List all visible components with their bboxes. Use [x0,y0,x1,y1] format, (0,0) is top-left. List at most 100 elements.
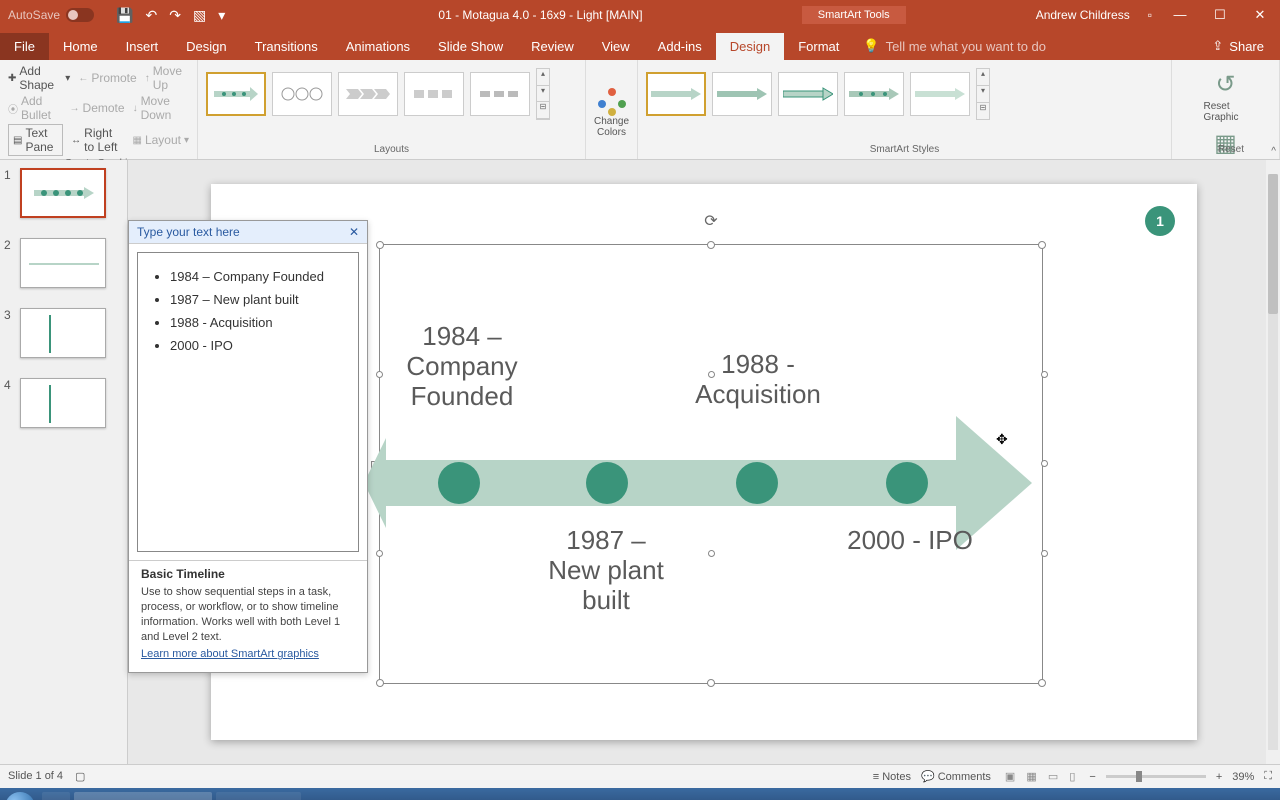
list-item[interactable]: 1987 – New plant built [170,288,344,311]
slideshow-view-icon[interactable]: ▯ [1065,771,1079,783]
move-up-button[interactable]: ↑Move Up [145,64,189,92]
tab-view[interactable]: View [588,33,644,60]
resize-handle[interactable] [376,371,383,378]
layout-thumb[interactable] [470,72,530,116]
smartart-timeline[interactable]: 1984 – Company Founded 1987 – New plant … [386,416,1041,550]
list-item[interactable]: 1988 - Acquisition [170,311,344,334]
tab-animations[interactable]: Animations [332,33,424,60]
move-down-button[interactable]: ↓Move Down [133,94,189,122]
zoom-out-icon[interactable]: − [1089,771,1095,783]
timeline-label[interactable]: 1988 - Acquisition [678,350,838,410]
tell-me-search[interactable]: 💡 Tell me what you want to do [853,32,1056,60]
resize-handle[interactable] [1038,241,1046,249]
change-colors-button[interactable]: Change Colors [586,60,638,159]
slide-thumb[interactable] [20,168,106,218]
comments-button[interactable]: 💬 Comments [921,770,991,783]
resize-handle[interactable] [1041,460,1048,467]
reading-view-icon[interactable]: ▭ [1044,771,1062,783]
tab-smartart-design[interactable]: Design [716,33,784,60]
taskbar-item-excel[interactable]: X [42,792,70,800]
resize-handle[interactable] [1038,679,1046,687]
text-pane-body[interactable]: 1984 – Company Founded 1987 – New plant … [137,252,359,552]
rotate-handle-icon[interactable]: ⟳ [704,211,717,231]
minimize-button[interactable]: — [1160,7,1200,23]
tab-insert[interactable]: Insert [112,33,173,60]
text-pane[interactable]: Type your text here ✕ 1984 – Company Fou… [128,220,368,673]
gallery-scroller[interactable]: ▴▾⊟ [536,68,550,120]
tab-transitions[interactable]: Transitions [241,33,332,60]
text-pane-button[interactable]: ▤Text Pane [8,124,63,156]
vertical-scrollbar[interactable] [1266,160,1280,764]
tab-slideshow[interactable]: Slide Show [424,33,517,60]
reset-graphic-button[interactable]: ↺ Reset Graphic [1180,64,1271,123]
resize-handle[interactable] [708,550,715,557]
gallery-scroller[interactable]: ▴▾⊟ [976,68,990,120]
timeline-dot[interactable] [886,462,928,504]
taskbar-item-desktop[interactable]: 📁Desktop [216,792,301,800]
timeline-dot[interactable] [438,462,480,504]
layout-thumb[interactable] [338,72,398,116]
style-thumb[interactable] [910,72,970,116]
notes-button[interactable]: ≡ Notes [873,771,911,783]
fit-to-window-icon[interactable]: ⛶ [1264,770,1272,783]
style-thumb[interactable] [778,72,838,116]
demote-button[interactable]: →Demote [70,94,125,122]
autosave-toggle[interactable]: AutoSave [0,8,102,22]
resize-handle[interactable] [376,679,384,687]
start-from-beginning-icon[interactable]: ▧ [193,7,206,24]
share-button[interactable]: ⇪ Share [1196,32,1280,60]
right-to-left-button[interactable]: ↔Right to Left [71,124,124,156]
zoom-in-icon[interactable]: + [1216,771,1222,783]
sorter-view-icon[interactable]: ▦ [1022,771,1040,783]
list-item[interactable]: 2000 - IPO [170,334,344,357]
resize-handle[interactable] [376,550,383,557]
tab-smartart-format[interactable]: Format [784,33,853,60]
timeline-label[interactable]: 2000 - IPO [830,526,990,556]
tab-file[interactable]: File [0,33,49,60]
tab-review[interactable]: Review [517,33,588,60]
spellcheck-icon[interactable]: ▢ [75,770,85,783]
zoom-value[interactable]: 39% [1232,771,1254,783]
qat-more-icon[interactable]: ▾ [218,7,225,24]
start-button[interactable] [0,788,40,800]
undo-icon[interactable]: ↶ [145,7,157,24]
resize-handle[interactable] [707,679,715,687]
normal-view-icon[interactable]: ▣ [1001,771,1019,783]
learn-more-link[interactable]: Learn more about SmartArt graphics [141,648,319,660]
add-shape-button[interactable]: ✚Add Shape▾ [8,64,70,92]
tab-addins[interactable]: Add-ins [644,33,716,60]
close-icon[interactable]: ✕ [349,225,359,239]
ribbon-display-icon[interactable]: ▫ [1140,8,1160,22]
slide-counter[interactable]: Slide 1 of 4 [8,770,63,783]
maximize-button[interactable]: ☐ [1200,7,1240,23]
scroll-thumb[interactable] [1268,174,1278,314]
tab-home[interactable]: Home [49,33,112,60]
style-thumb[interactable] [646,72,706,116]
layout-button[interactable]: ▦Layout▾ [132,124,189,156]
timeline-dot[interactable] [586,462,628,504]
style-thumb[interactable] [712,72,772,116]
tab-design[interactable]: Design [172,33,240,60]
layout-thumb[interactable] [272,72,332,116]
timeline-label[interactable]: 1984 – Company Founded [392,322,532,412]
redo-icon[interactable]: ↷ [169,7,181,24]
resize-handle[interactable] [1041,550,1048,557]
layout-thumb[interactable] [404,72,464,116]
account-name[interactable]: Andrew Childress [1026,8,1140,22]
timeline-label[interactable]: 1987 – New plant built [536,526,676,616]
promote-button[interactable]: ←Promote [78,64,136,92]
layout-thumb[interactable] [206,72,266,116]
slide-thumb[interactable] [20,378,106,428]
taskbar-item-powerpoint[interactable]: P01 - Motagua 4.0 ... [74,792,212,800]
close-button[interactable]: ✕ [1240,7,1280,23]
timeline-dot[interactable] [736,462,778,504]
resize-handle[interactable] [1041,371,1048,378]
list-item[interactable]: 1984 – Company Founded [170,265,344,288]
add-bullet-button[interactable]: ⦿Add Bullet [8,94,62,122]
slide-thumb[interactable] [20,238,106,288]
resize-handle[interactable] [376,241,384,249]
zoom-slider[interactable] [1106,775,1206,778]
collapse-ribbon-icon[interactable]: ^ [1271,146,1276,157]
slide-thumb[interactable] [20,308,106,358]
style-thumb[interactable] [844,72,904,116]
